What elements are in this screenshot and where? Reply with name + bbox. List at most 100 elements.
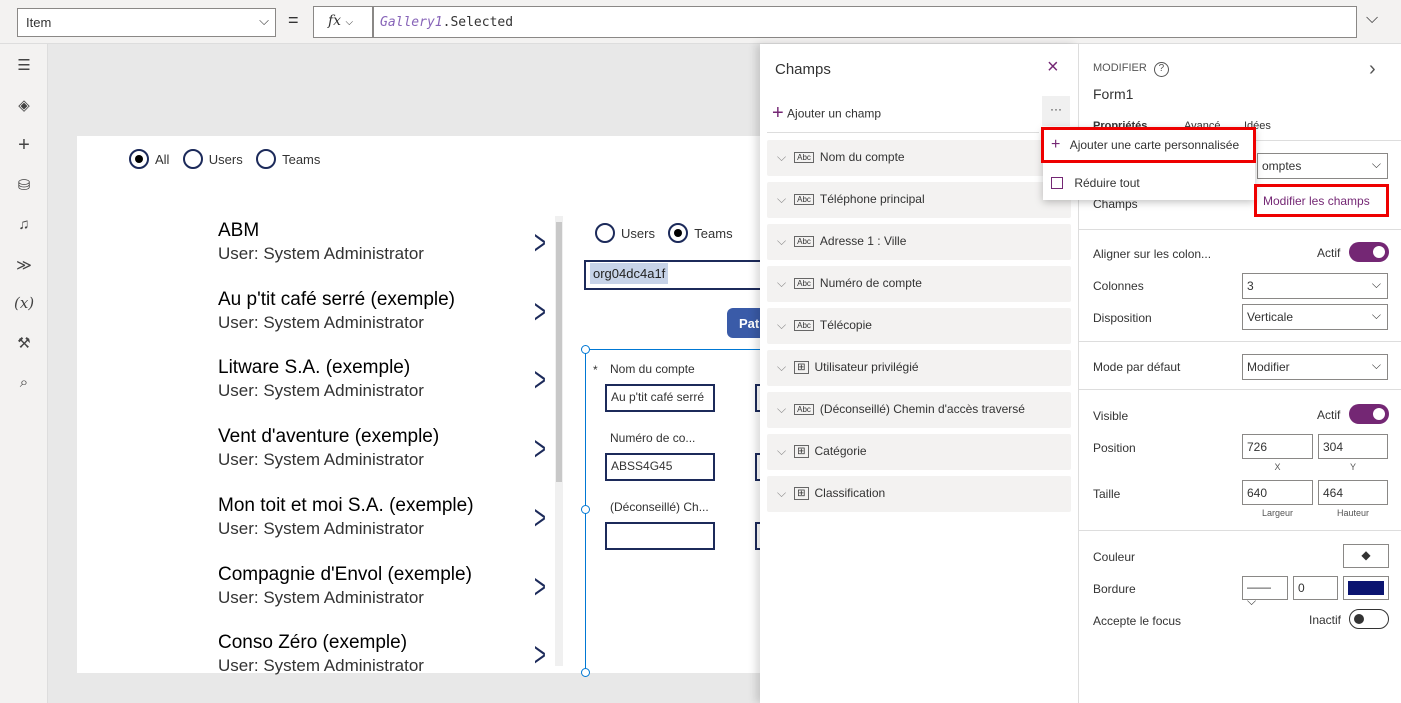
plus-icon: + xyxy=(1051,136,1061,153)
chevron-right-icon[interactable]: > xyxy=(534,499,546,538)
resize-handle[interactable] xyxy=(581,505,590,514)
chevron-down-icon: ⌵ xyxy=(1371,157,1381,171)
chevron-down-icon[interactable]: ⌵ xyxy=(777,486,786,500)
field-item[interactable]: ⌵ Abc Nom du compte xyxy=(767,140,1071,176)
menu-item-collapse-all[interactable]: Réduire tout xyxy=(1051,175,1140,190)
data-source-dropdown[interactable]: omptes ⌵ xyxy=(1257,153,1388,179)
more-options-menu: + Ajouter une carte personnalisée Réduir… xyxy=(1043,128,1255,200)
expand-formula-icon[interactable]: ⌵ xyxy=(1366,10,1378,28)
layout-dropdown[interactable]: Verticale ⌵ xyxy=(1242,304,1388,330)
columns-dropdown[interactable]: 3 ⌵ xyxy=(1242,273,1388,299)
menu-item-add-custom-card[interactable]: + Ajouter une carte personnalisée xyxy=(1051,136,1239,154)
resize-handle[interactable] xyxy=(581,345,590,354)
media-icon[interactable]: ♫ xyxy=(14,216,34,233)
chevron-down-icon[interactable]: ⌵ xyxy=(777,402,786,416)
border-width-input[interactable]: 0 xyxy=(1293,576,1338,600)
chevron-down-icon[interactable]: ⌵ xyxy=(777,360,786,374)
chevron-down-icon: ⌵ xyxy=(1371,308,1381,322)
radio-users[interactable] xyxy=(182,149,203,169)
item-title: Mon toit et moi S.A. (exemple) xyxy=(218,494,474,516)
default-mode-dropdown[interactable]: Modifier ⌵ xyxy=(1242,354,1388,380)
columns-value: 3 xyxy=(1247,279,1254,293)
chevron-down-icon[interactable]: ⌵ xyxy=(777,444,786,458)
menu-label: Réduire tout xyxy=(1074,175,1140,190)
variables-icon[interactable]: (x) xyxy=(14,294,34,312)
gallery-item[interactable]: Compagnie d'Envol (exemple) User: System … xyxy=(218,564,546,608)
layers-icon[interactable]: ◈ xyxy=(14,96,34,114)
owner-text-input[interactable]: org04dc4a1f xyxy=(584,260,764,290)
scrollbar-thumb[interactable] xyxy=(556,222,562,482)
resize-handle[interactable] xyxy=(581,668,590,677)
chevron-right-icon[interactable]: > xyxy=(534,636,546,675)
edit-fields-link[interactable]: Modifier les champs xyxy=(1263,194,1370,208)
grid-field-icon: ⊞ xyxy=(794,445,809,459)
y-input[interactable]: 304 xyxy=(1318,434,1388,459)
chevron-right-icon[interactable]: > xyxy=(534,430,546,469)
border-style-dropdown[interactable]: —— ⌵ xyxy=(1242,576,1288,608)
x-input[interactable]: 726 xyxy=(1242,434,1313,459)
width-caption: Largeur xyxy=(1261,508,1294,518)
gallery-item[interactable]: Vent d'aventure (exemple) User: System Ad… xyxy=(218,426,546,470)
chevron-right-icon[interactable]: > xyxy=(534,293,546,332)
height-caption: Hauteur xyxy=(1336,508,1370,518)
tools-icon[interactable]: ⚒ xyxy=(14,334,34,352)
gallery-item[interactable]: Conso Zéro (exemple) User: System Adminis… xyxy=(218,632,546,676)
filter-radio-group: All Users Teams xyxy=(129,149,330,169)
field-item[interactable]: ⌵ Abc (Déconseillé) Chemin d'accès travers… xyxy=(767,392,1071,428)
field-label: (Déconseillé) Ch... xyxy=(610,500,709,514)
account-number-input[interactable]: ABSS4G45 xyxy=(605,453,715,481)
more-options-button[interactable]: ··· xyxy=(1042,96,1070,126)
default-mode-label: Mode par défaut xyxy=(1093,360,1181,374)
field-item[interactable]: ⌵ Abc Télécopie xyxy=(767,308,1071,344)
visible-toggle[interactable] xyxy=(1349,404,1389,424)
focus-toggle[interactable] xyxy=(1349,609,1389,629)
gallery-item[interactable]: ABM User: System Administrator > xyxy=(218,220,546,264)
radio-teams[interactable] xyxy=(668,223,689,243)
chevron-right-icon[interactable]: > xyxy=(534,224,546,263)
gallery-item[interactable]: Litware S.A. (exemple) User: System Admin… xyxy=(218,357,546,401)
gallery-item[interactable]: Mon toit et moi S.A. (exemple) User: Syst… xyxy=(218,494,546,539)
plus-icon[interactable]: + xyxy=(14,134,34,157)
edit-form[interactable]: * Nom du compte Au p'tit café serré Numé… xyxy=(581,345,775,677)
power-automate-icon[interactable]: ≫ xyxy=(14,256,34,274)
account-name-input[interactable]: Au p'tit café serré xyxy=(605,384,715,412)
chevron-down-icon[interactable]: ⌵ xyxy=(777,276,786,290)
chevron-down-icon[interactable]: ⌵ xyxy=(777,192,786,206)
field-item[interactable]: ⌵ ⊞ Catégorie xyxy=(767,434,1071,470)
search-icon[interactable]: ⌕ xyxy=(14,374,34,391)
chevron-right-icon[interactable]: › xyxy=(1369,58,1376,81)
chevron-down-icon[interactable]: ⌵ xyxy=(777,234,786,248)
close-icon[interactable]: × xyxy=(1047,56,1059,79)
formula-input[interactable]: Gallery1.Selected xyxy=(373,6,1357,38)
field-label: Télécopie xyxy=(819,318,872,332)
radio-teams[interactable] xyxy=(256,149,277,169)
fields-panel: Champs × + Ajouter un champ ··· ⌵ Abc Nom … xyxy=(760,44,1078,703)
radio-all[interactable] xyxy=(129,149,149,169)
hamburger-icon[interactable]: ☰ xyxy=(14,56,34,74)
snap-toggle[interactable] xyxy=(1349,242,1389,262)
help-icon[interactable]: ? xyxy=(1153,62,1169,77)
property-dropdown[interactable]: Item ⌵ xyxy=(17,8,276,37)
chevron-down-icon[interactable]: ⌵ xyxy=(777,150,786,164)
radio-label: Users xyxy=(208,151,243,167)
border-color-button[interactable] xyxy=(1343,576,1389,600)
item-title: Conso Zéro (exemple) xyxy=(218,632,408,654)
field-item[interactable]: ⌵ ⊞ Classification xyxy=(767,476,1071,512)
default-mode-value: Modifier xyxy=(1247,360,1290,374)
height-input[interactable]: 464 xyxy=(1318,480,1388,505)
field-item[interactable]: ⌵ Abc Téléphone principal xyxy=(767,182,1071,218)
fx-button[interactable]: fx ⌵ xyxy=(313,6,373,38)
traversed-path-input[interactable] xyxy=(605,522,715,550)
gallery-item[interactable]: Au p'tit café serré (exemple) User: Syste… xyxy=(218,289,546,333)
add-field-button[interactable]: + Ajouter un champ xyxy=(772,102,881,125)
field-item[interactable]: ⌵ ⊞ Utilisateur privilégié xyxy=(767,350,1071,386)
chevron-right-icon[interactable]: > xyxy=(534,361,546,400)
field-item[interactable]: ⌵ Abc Numéro de compte xyxy=(767,266,1071,302)
database-icon[interactable]: ⛁ xyxy=(14,176,34,194)
width-input[interactable]: 640 xyxy=(1242,480,1313,505)
fill-color-button[interactable]: ◆ xyxy=(1343,544,1389,568)
radio-users[interactable] xyxy=(595,223,615,243)
chevron-down-icon[interactable]: ⌵ xyxy=(777,318,786,332)
field-item[interactable]: ⌵ Abc Adresse 1 : Ville xyxy=(767,224,1071,260)
chevron-right-icon[interactable]: > xyxy=(534,568,546,607)
